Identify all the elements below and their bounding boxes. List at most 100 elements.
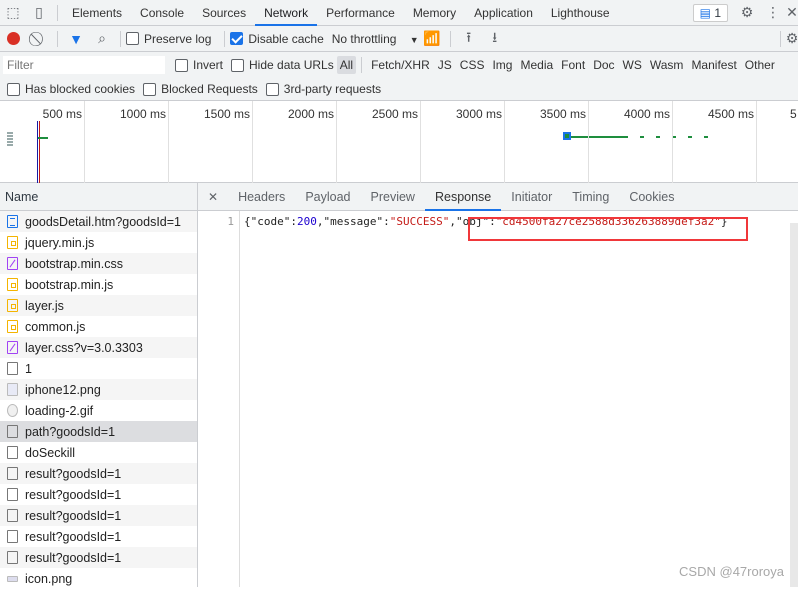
timeline-tick-label: 2500 ms (371, 107, 418, 121)
request-row[interactable]: result?goodsId=1 (0, 547, 197, 568)
gif-file-icon (7, 404, 18, 417)
filter-type-js[interactable]: JS (434, 58, 456, 72)
other-file-icon (7, 551, 18, 564)
timeline-tick-label: 1500 ms (203, 107, 250, 121)
filter-type-doc[interactable]: Doc (589, 58, 618, 72)
tab-performance[interactable]: Performance (317, 0, 404, 26)
detail-tab-timing[interactable]: Timing (562, 183, 619, 211)
request-row[interactable]: common.js (0, 316, 197, 337)
timeline-gridline (420, 101, 421, 183)
preserve-log-checkbox[interactable]: Preserve log (126, 32, 211, 46)
request-name: result?goodsId=1 (25, 466, 122, 481)
icon-file-icon (7, 575, 18, 582)
timeline-tick-label: 5 (790, 107, 797, 121)
request-row[interactable]: layer.css?v=3.0.3303 (0, 337, 197, 358)
device-toolbar-icon[interactable]: ▯ (26, 1, 52, 25)
tab-application[interactable]: Application (465, 0, 542, 26)
tab-memory[interactable]: Memory (404, 0, 465, 26)
other-file-icon (7, 530, 18, 543)
request-row[interactable]: doSeckill (0, 442, 197, 463)
filter-type-manifest[interactable]: Manifest (687, 58, 740, 72)
network-settings-icon[interactable]: ⚙ (786, 27, 798, 51)
detail-tab-initiator[interactable]: Initiator (501, 183, 562, 211)
name-column-header[interactable]: Name (0, 183, 197, 211)
request-row[interactable]: result?goodsId=1 (0, 484, 197, 505)
request-row[interactable]: jquery.min.js (0, 232, 197, 253)
request-row[interactable]: layer.js (0, 295, 197, 316)
request-bar (640, 136, 715, 138)
hide-data-urls-checkbox[interactable]: Hide data URLs (231, 58, 334, 72)
request-name: bootstrap.min.css (25, 256, 123, 271)
disable-cache-checkbox[interactable]: Disable cache (230, 32, 324, 46)
tab-elements[interactable]: Elements (63, 0, 131, 26)
request-name: iphone12.png (25, 382, 101, 397)
request-row[interactable]: icon.png (0, 568, 197, 589)
request-row[interactable]: 1 (0, 358, 197, 379)
close-icon[interactable]: ✕ (786, 1, 798, 25)
other-file-icon (7, 362, 18, 375)
filter-type-fetchxhr[interactable]: Fetch/XHR (367, 58, 434, 72)
network-overview-timeline[interactable]: 500 ms 1000 ms 1500 ms 2000 ms 2500 ms 3000 m… (0, 101, 798, 183)
divider (57, 30, 58, 47)
detail-tab-cookies[interactable]: Cookies (619, 183, 684, 211)
network-toolbar: ⃠ ▼ ⌕ Preserve log Disable cache No thro… (0, 26, 798, 52)
request-row[interactable]: bootstrap.min.js (0, 274, 197, 295)
filter-input[interactable] (3, 56, 165, 74)
request-row[interactable]: result?goodsId=1 (0, 526, 197, 547)
filter-icon[interactable]: ▼ (63, 27, 89, 51)
settings-icon[interactable]: ⚙ (734, 1, 760, 25)
tab-lighthouse[interactable]: Lighthouse (542, 0, 619, 26)
clear-icon[interactable]: ⃠ (26, 27, 52, 51)
request-row[interactable]: bootstrap.min.css (0, 253, 197, 274)
document-file-icon (7, 215, 18, 228)
devtools-tab-bar: ⬚ ▯ Elements Console Sources Network Perform… (0, 0, 798, 26)
detail-tab-response[interactable]: Response (424, 183, 502, 211)
filter-type-other[interactable]: Other (741, 58, 779, 72)
stylesheet-file-icon (7, 257, 18, 270)
watermark: CSDN @47roroya (679, 564, 784, 579)
close-detail-icon[interactable]: ✕ (198, 190, 228, 204)
request-row[interactable]: result?goodsId=1 (0, 463, 197, 484)
filter-type-font[interactable]: Font (557, 58, 589, 72)
more-options-icon[interactable]: ⋮ (760, 1, 786, 25)
timeline-gridline (336, 101, 337, 183)
request-name: result?goodsId=1 (25, 508, 122, 523)
detail-tab-preview[interactable]: Preview (361, 183, 425, 211)
request-bar-selected (563, 132, 571, 140)
filter-type-wasm[interactable]: Wasm (646, 58, 688, 72)
filter-type-img[interactable]: Img (488, 58, 516, 72)
filter-type-ws[interactable]: WS (619, 58, 646, 72)
import-har-icon[interactable]: ⭱ (456, 27, 482, 51)
search-icon[interactable]: ⌕ (89, 27, 115, 51)
request-row[interactable]: result?goodsId=1 (0, 505, 197, 526)
request-row[interactable]: goodsDetail.htm?goodsId=1 (0, 211, 197, 232)
filter-type-all[interactable]: All (336, 56, 357, 74)
invert-checkbox[interactable]: Invert (175, 58, 223, 72)
tab-console[interactable]: Console (131, 0, 193, 26)
blocked-requests-checkbox[interactable]: Blocked Requests (143, 82, 258, 96)
record-button[interactable] (0, 27, 26, 51)
network-conditions-icon[interactable]: 📶 (419, 27, 445, 51)
detail-tab-headers[interactable]: Headers (228, 183, 295, 211)
stylesheet-file-icon (7, 341, 18, 354)
issues-button[interactable]: ▤ 1 (692, 3, 728, 22)
other-file-icon (7, 509, 18, 522)
tab-network[interactable]: Network (255, 0, 318, 26)
other-file-icon (7, 446, 18, 459)
scrollbar[interactable] (790, 223, 798, 587)
request-name: icon.png (25, 571, 73, 586)
detail-tab-payload[interactable]: Payload (295, 183, 360, 211)
filter-type-css[interactable]: CSS (456, 58, 489, 72)
request-row[interactable]: iphone12.png (0, 379, 197, 400)
timeline-tick-label: 4000 ms (623, 107, 670, 121)
export-har-icon[interactable]: ⭳ (482, 27, 508, 51)
request-row[interactable]: path?goodsId=1 (0, 421, 197, 442)
has-blocked-cookies-checkbox[interactable]: Has blocked cookies (7, 82, 135, 96)
throttling-select[interactable]: No throttling ▼ (332, 32, 419, 46)
filter-type-media[interactable]: Media (516, 58, 557, 72)
request-row[interactable]: loading-2.gif (0, 400, 197, 421)
third-party-requests-checkbox[interactable]: 3rd-party requests (265, 82, 381, 96)
inspect-element-icon[interactable]: ⬚ (0, 1, 26, 25)
timeline-gridline (168, 101, 169, 183)
tab-sources[interactable]: Sources (193, 0, 255, 26)
